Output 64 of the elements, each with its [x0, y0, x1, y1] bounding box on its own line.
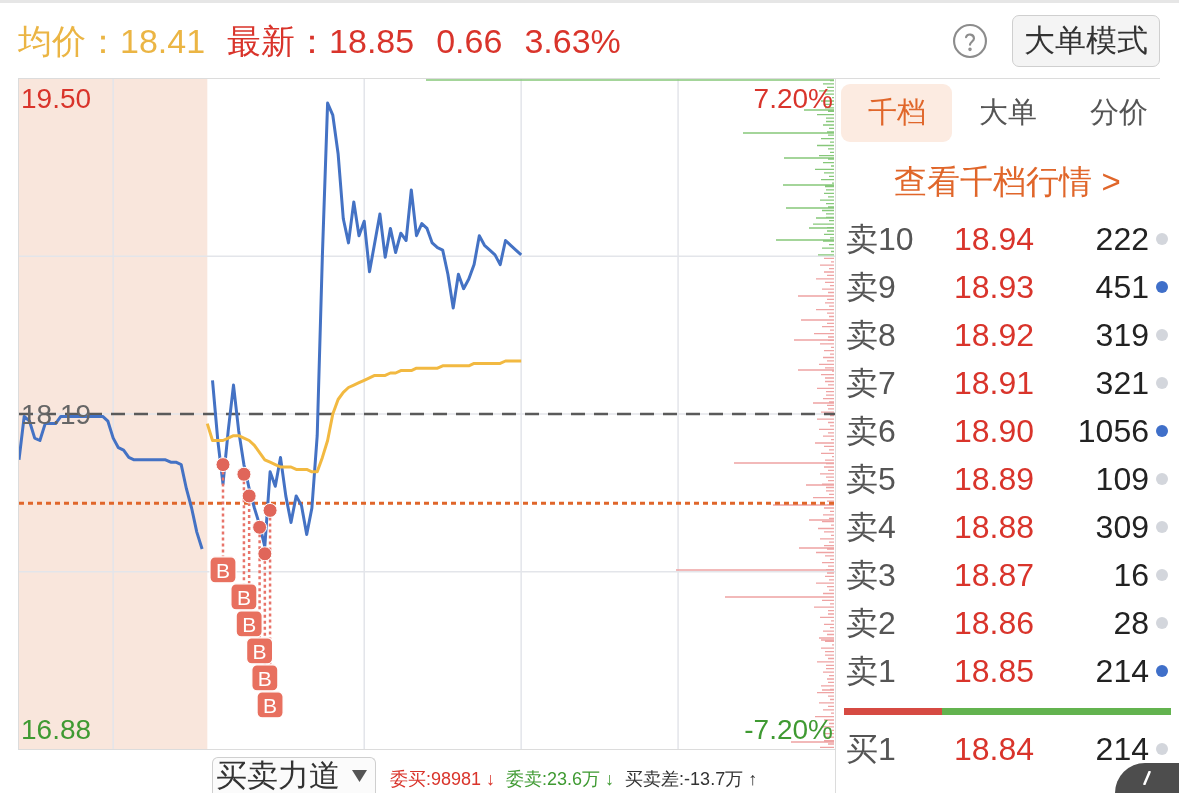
price-text: 18.92 — [952, 319, 1034, 351]
axis-label: -7.20% — [744, 714, 833, 746]
level-label: 卖3 — [846, 559, 897, 591]
price-text: 18.85 — [952, 655, 1034, 687]
level-label: 卖9 — [846, 271, 897, 303]
help-icon[interactable] — [953, 23, 987, 58]
volume-text: 451 — [1094, 271, 1149, 303]
indicator-dropdown[interactable]: 买卖力道 — [212, 757, 376, 793]
price-text: 18.94 — [952, 223, 1034, 255]
volume-text: 109 — [1094, 463, 1149, 495]
price-text: 18.93 — [952, 271, 1034, 303]
price-text: 18.86 — [952, 607, 1034, 639]
buy-signal-tag: B — [256, 691, 284, 719]
buy-signal-tag: B — [251, 664, 279, 692]
price-text: 18.91 — [952, 367, 1034, 399]
annotation: B — [242, 612, 257, 636]
price-text: 18.88 — [952, 511, 1034, 543]
tab[interactable]: 分价 — [1063, 84, 1174, 142]
stat-text: 委买:98981 ↓ — [390, 770, 496, 788]
annotation: B — [252, 639, 267, 663]
price-text: 18.87 — [952, 559, 1034, 591]
annotation: B — [236, 585, 251, 609]
level-label: 卖5 — [846, 463, 897, 495]
stat-text: 委卖:23.6万 ↓ — [506, 770, 615, 788]
tab[interactable]: 大单 — [952, 84, 1063, 142]
price-text: 18.90 — [952, 415, 1034, 447]
buy-signal-tag: B — [235, 610, 263, 638]
level-label: 买1 — [846, 733, 897, 765]
caret-icon — [352, 769, 367, 782]
price-text: 18.89 — [952, 463, 1034, 495]
level-label: 卖7 — [846, 367, 897, 399]
level-label: 卖6 — [846, 415, 897, 447]
latest-price-text: 最新：18.85 — [227, 23, 415, 58]
volume-text: 319 — [1094, 319, 1149, 351]
buy-signal-tag: B — [246, 637, 274, 665]
price-change-text: 0.66 — [436, 23, 503, 58]
stat-text: 买卖差:-13.7万 ↑ — [625, 770, 758, 788]
volume-text: 309 — [1094, 511, 1149, 543]
volume-text: 321 — [1094, 367, 1149, 399]
annotation: B — [263, 693, 278, 717]
level-label: 卖10 — [846, 223, 915, 255]
axis-label: 19.50 — [21, 83, 92, 114]
level-label: 卖2 — [846, 607, 897, 639]
volume-text: 214 — [1094, 655, 1149, 687]
floating-button[interactable] — [1115, 763, 1179, 793]
volume-text: 222 — [1094, 223, 1149, 255]
price-text: 18.84 — [952, 733, 1034, 765]
annotation: B — [215, 558, 231, 582]
average-price-text: 均价：18.41 — [18, 23, 206, 58]
volume-text: 16 — [1112, 559, 1149, 591]
buy-signal-tag: B — [230, 583, 258, 611]
annotation: B — [257, 666, 272, 690]
volume-text: 1056 — [1076, 415, 1149, 447]
buy-signal-tag: B — [209, 556, 237, 584]
volume-text: 214 — [1094, 733, 1149, 765]
mode-button[interactable]: 大单模式 — [1012, 14, 1160, 67]
level-label: 卖8 — [846, 319, 897, 351]
level-label: 卖1 — [846, 655, 897, 687]
change-percent-text: 3.63% — [524, 23, 621, 58]
volume-text: 28 — [1112, 607, 1149, 639]
level-label: 卖4 — [846, 511, 897, 543]
axis-label: 7.20% — [753, 83, 833, 114]
axis-label: 16.88 — [21, 714, 92, 746]
slash-icon — [1143, 771, 1151, 785]
